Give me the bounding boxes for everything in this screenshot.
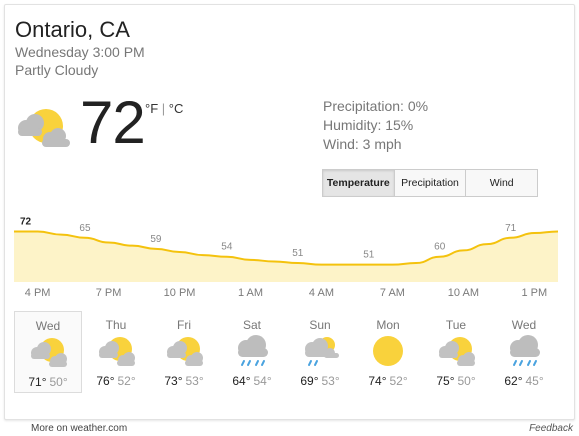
partly-cloudy-icon <box>99 337 135 366</box>
day-name: Thu <box>105 318 127 332</box>
low-temp: 52° <box>389 374 408 388</box>
day-name: Wed <box>511 318 537 332</box>
chart-data-label: 72 <box>20 216 32 227</box>
chart-tick-label: 1 PM <box>521 287 548 299</box>
day-temperatures: 64° 54° <box>218 374 286 388</box>
day-forecast-mon[interactable]: Mon 74° 52° <box>354 311 422 393</box>
day-temperatures: 71° 50° <box>15 375 81 389</box>
rain-partly-cloudy-icon <box>305 337 339 366</box>
chart-tick-label: 10 PM <box>163 287 196 299</box>
chart-tick-label: 4 PM <box>24 287 51 299</box>
chart-data-label: 51 <box>292 248 304 259</box>
day-name: Sun <box>309 318 331 332</box>
chart-tick-label: 4 AM <box>308 287 335 299</box>
partly-cloudy-icon <box>31 338 67 367</box>
unit-separator: | <box>158 101 169 116</box>
low-temp: 50° <box>49 375 68 389</box>
day-name: Sat <box>242 318 261 332</box>
chart-data-label: 71 <box>505 223 517 234</box>
high-temp: 74° <box>368 374 387 388</box>
day-forecast-sat[interactable]: Sat 64° 54° <box>218 311 286 393</box>
chart-data-label: 59 <box>150 234 162 245</box>
date-time: Wednesday 3:00 PM <box>15 44 145 60</box>
weather-source-link[interactable]: More on weather.com <box>31 423 127 434</box>
day-forecast-wed[interactable]: Wed 71° 50° <box>14 311 82 393</box>
day-name: Fri <box>177 318 191 332</box>
precipitation-stat: Precipitation: 0% <box>323 98 429 114</box>
current-temperature: 72 <box>80 89 146 156</box>
high-temp: 73° <box>164 374 183 388</box>
day-temperatures: 73° 53° <box>150 374 218 388</box>
unit-toggle: °F | °C <box>145 101 183 116</box>
day-forecast-tue[interactable]: Tue 75° 50° <box>422 311 490 393</box>
daily-forecast: Wed 71° 50° Thu 76° 52° Fri 73° 53° Sat 64° 54° Sun 6… <box>14 311 558 395</box>
wind-stat: Wind: 3 mph <box>323 136 402 152</box>
day-name: Tue <box>445 318 467 332</box>
partly-cloudy-icon <box>18 109 70 147</box>
chart-data-label: 60 <box>434 242 446 253</box>
chart-data-label: 65 <box>79 223 91 234</box>
low-temp: 53° <box>185 374 204 388</box>
high-temp: 62° <box>504 374 523 388</box>
chart-tabs: Temperature Precipitation Wind <box>322 169 538 197</box>
chart-data-label: 54 <box>221 242 233 253</box>
day-temperatures: 74° 52° <box>354 374 422 388</box>
low-temp: 52° <box>117 374 136 388</box>
chart-tick-label: 7 AM <box>379 287 405 299</box>
day-temperatures: 69° 53° <box>286 374 354 388</box>
tab-wind[interactable]: Wind <box>465 170 538 196</box>
day-temperatures: 62° 45° <box>490 374 558 388</box>
day-forecast-thu[interactable]: Thu 76° 52° <box>82 311 150 393</box>
rain-icon <box>238 335 268 366</box>
high-temp: 69° <box>300 374 319 388</box>
chart-tick-label: 10 AM <box>447 287 479 299</box>
day-forecast-sun[interactable]: Sun 69° 53° <box>286 311 354 393</box>
low-temp: 54° <box>253 374 272 388</box>
sun-icon <box>373 336 403 366</box>
condition-text: Partly Cloudy <box>15 62 99 78</box>
chart-tick-label: 1 AM <box>237 287 264 299</box>
chart-data-label: 51 <box>363 250 375 261</box>
day-name: Wed <box>35 319 61 333</box>
partly-cloudy-icon <box>167 337 203 366</box>
day-name: Mon <box>376 318 400 332</box>
location-title: Ontario, CA <box>15 17 130 42</box>
day-forecast-wed[interactable]: Wed 62° 45° <box>490 311 558 393</box>
humidity-stat: Humidity: 15% <box>323 117 414 133</box>
fahrenheit-unit[interactable]: °F <box>145 101 158 116</box>
partly-cloudy-icon <box>439 337 475 366</box>
weather-stats: Precipitation: 0% Humidity: 15% Wind: 3 … <box>323 97 428 154</box>
high-temp: 64° <box>232 374 251 388</box>
tab-precipitation[interactable]: Precipitation <box>393 170 466 196</box>
celsius-unit[interactable]: °C <box>169 101 184 116</box>
day-forecast-fri[interactable]: Fri 73° 53° <box>150 311 218 393</box>
high-temp: 75° <box>436 374 455 388</box>
day-temperatures: 76° 52° <box>82 374 150 388</box>
low-temp: 53° <box>321 374 340 388</box>
day-temperatures: 75° 50° <box>422 374 490 388</box>
tab-temperature[interactable]: Temperature <box>323 170 394 196</box>
high-temp: 71° <box>28 375 47 389</box>
temperature-chart: 72 65 59 54 51 51 60 71 <box>14 216 559 282</box>
low-temp: 45° <box>525 374 544 388</box>
high-temp: 76° <box>96 374 115 388</box>
rain-icon <box>510 335 540 366</box>
chart-tick-label: 7 PM <box>95 287 122 299</box>
low-temp: 50° <box>457 374 476 388</box>
feedback-link[interactable]: Feedback <box>529 423 573 434</box>
